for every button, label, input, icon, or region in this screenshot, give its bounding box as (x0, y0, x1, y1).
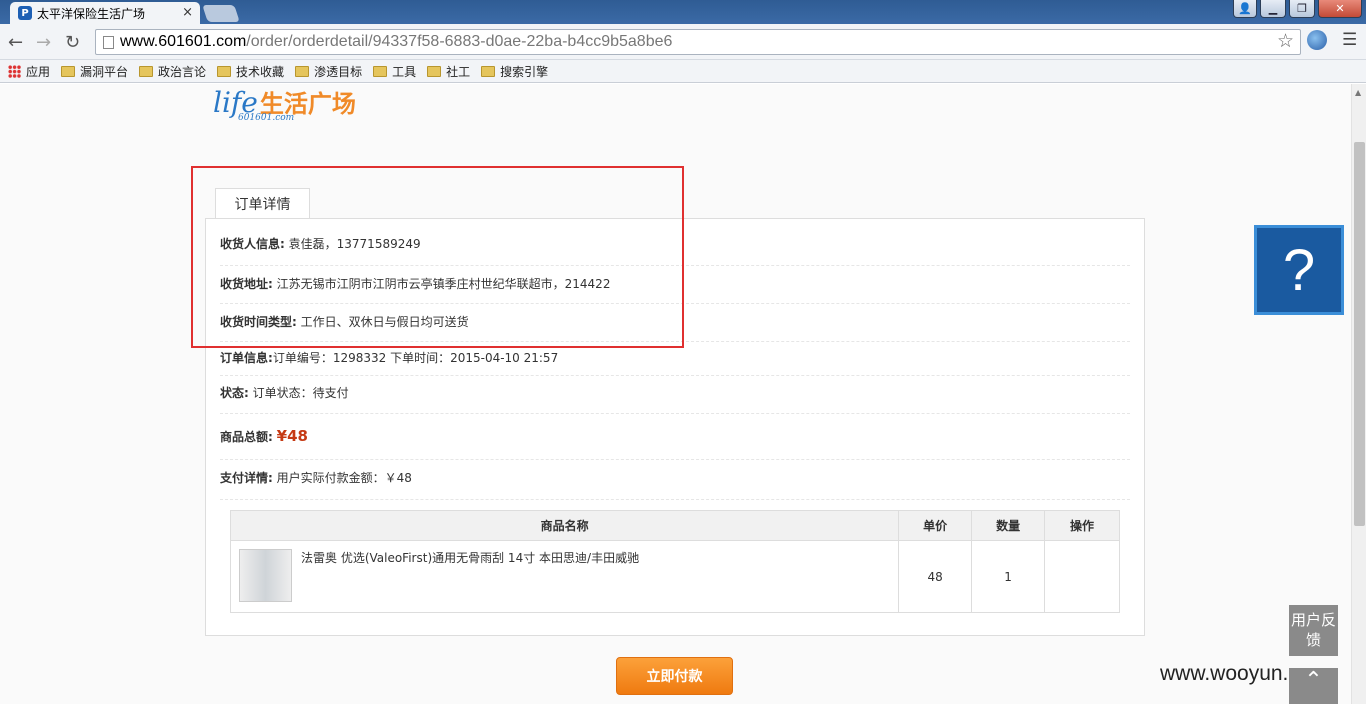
total-label: 商品总额: (220, 430, 273, 444)
pay-now-button[interactable]: 立即付款 (616, 657, 733, 695)
close-window-button[interactable]: ✕ (1318, 0, 1362, 18)
menu-icon[interactable]: ☰ (1342, 30, 1357, 50)
folder-icon (217, 65, 232, 77)
highlight-box (191, 166, 684, 348)
col-product-name: 商品名称 (229, 510, 900, 541)
close-tab-icon[interactable]: × (182, 5, 193, 20)
unit-price-cell: 48 (898, 540, 973, 613)
bookmark-label: 应用 (26, 64, 51, 79)
folder-icon (427, 65, 442, 77)
product-name-link[interactable]: 法雷奥 优选(ValeoFirst)通用无骨雨刮 14寸 本田思迪/丰田威驰 (301, 551, 639, 565)
bookmark-star-icon[interactable]: ☆ (1277, 30, 1294, 54)
new-tab-button[interactable] (202, 5, 240, 22)
payment-row: 支付详情: 用户实际付款金额：￥48 (220, 460, 1130, 500)
bookmark-label: 渗透目标 (314, 64, 363, 79)
bookmark-folder[interactable]: 政治言论 (139, 63, 206, 80)
folder-icon (295, 65, 310, 77)
bookmarks-bar: 应用 漏洞平台 政治言论 技术收藏 渗透目标 工具 社工 搜索引擎 (0, 60, 1366, 83)
logo-domain: 601601.com (238, 113, 295, 123)
browser-toolbar: ← → ↻ www.601601.com/order/orderdetail/9… (0, 24, 1366, 60)
bookmark-folder[interactable]: 工具 (373, 63, 416, 80)
bookmark-folder[interactable]: 渗透目标 (295, 63, 362, 80)
folder-icon (373, 65, 388, 77)
scroll-up-icon[interactable]: ▲ (1355, 88, 1361, 97)
order-info-value: 订单编号：1298332 下单时间：2015-04-10 21:57 (272, 351, 559, 365)
actions-cell (1044, 540, 1120, 613)
table-header-row: 商品名称 单价 数量 操作 (229, 510, 1120, 541)
status-label: 状态: (220, 386, 249, 400)
order-info-label: 订单信息: (220, 351, 273, 365)
product-cell: 法雷奥 优选(ValeoFirst)通用无骨雨刮 14寸 本田思迪/丰田威驰 (229, 540, 900, 613)
status-row: 状态: 订单状态：待支付 (220, 376, 1130, 414)
folder-icon (481, 65, 496, 77)
minimize-button[interactable]: ▁ (1260, 0, 1286, 18)
feedback-button[interactable]: 用户反馈 (1289, 605, 1338, 656)
bookmark-label: 漏洞平台 (80, 64, 129, 79)
back-arrow-icon[interactable]: ← (8, 32, 23, 53)
browser-tab[interactable]: P 太平洋保险生活广场 × (10, 2, 200, 24)
page-content: life生活广场 601601.com 订单详情 收货人信息: 袁佳磊，1377… (0, 84, 1351, 704)
url-host: www.601601.com (120, 33, 247, 50)
help-question-icon[interactable]: ? (1254, 225, 1344, 315)
scrollbar-thumb[interactable] (1354, 142, 1365, 526)
forward-arrow-icon[interactable]: → (36, 32, 51, 53)
bookmark-label: 技术收藏 (236, 64, 285, 79)
maximize-button[interactable]: ❐ (1289, 0, 1315, 18)
col-actions: 操作 (1044, 510, 1120, 541)
bookmark-folder[interactable]: 技术收藏 (217, 63, 284, 80)
total-price: ¥48 (276, 427, 308, 445)
vertical-scrollbar[interactable]: ▲ (1351, 84, 1366, 704)
title-bar: P 太平洋保险生活广场 × 👤 ▁ ❐ ✕ (0, 0, 1366, 24)
folder-icon (61, 65, 76, 77)
table-row: 法雷奥 优选(ValeoFirst)通用无骨雨刮 14寸 本田思迪/丰田威驰 4… (229, 540, 1120, 613)
user-icon[interactable]: 👤 (1233, 0, 1257, 18)
folder-icon (139, 65, 154, 77)
address-bar[interactable]: www.601601.com/order/orderdetail/94337f5… (95, 29, 1301, 55)
product-thumbnail[interactable] (239, 549, 292, 602)
order-items-table: 商品名称 单价 数量 操作 法雷奥 优选(ValeoFirst)通用无骨雨刮 1… (229, 510, 1120, 613)
payment-value: 用户实际付款金额：￥48 (276, 471, 412, 485)
extension-globe-icon[interactable] (1307, 30, 1327, 50)
total-row: 商品总额: ¥48 (220, 414, 1130, 460)
col-unit-price: 单价 (898, 510, 973, 541)
reload-icon[interactable]: ↻ (65, 32, 80, 53)
col-quantity: 数量 (971, 510, 1046, 541)
site-favicon-icon: P (18, 6, 32, 20)
quantity-cell: 1 (971, 540, 1046, 613)
bookmark-apps[interactable]: 应用 (8, 63, 50, 80)
page-icon (103, 36, 114, 49)
window-controls: 👤 ▁ ❐ ✕ (1233, 0, 1362, 18)
bookmark-folder[interactable]: 社工 (427, 63, 470, 80)
bookmark-label: 社工 (446, 64, 471, 79)
back-to-top-icon[interactable]: ⌃ (1289, 668, 1338, 704)
site-logo[interactable]: life生活广场 601601.com (213, 84, 356, 123)
tab-title: 太平洋保险生活广场 (37, 6, 146, 21)
bookmark-label: 搜索引擎 (500, 64, 549, 79)
url-path: /order/orderdetail/94337f58-6883-d0ae-22… (246, 33, 673, 50)
bookmark-folder[interactable]: 漏洞平台 (61, 63, 128, 80)
status-value: 订单状态：待支付 (252, 386, 349, 400)
bookmark-folder[interactable]: 搜索引擎 (481, 63, 548, 80)
bookmark-label: 工具 (392, 64, 417, 79)
apps-grid-icon (8, 64, 21, 78)
bookmark-label: 政治言论 (158, 64, 207, 79)
payment-label: 支付详情: (220, 471, 273, 485)
